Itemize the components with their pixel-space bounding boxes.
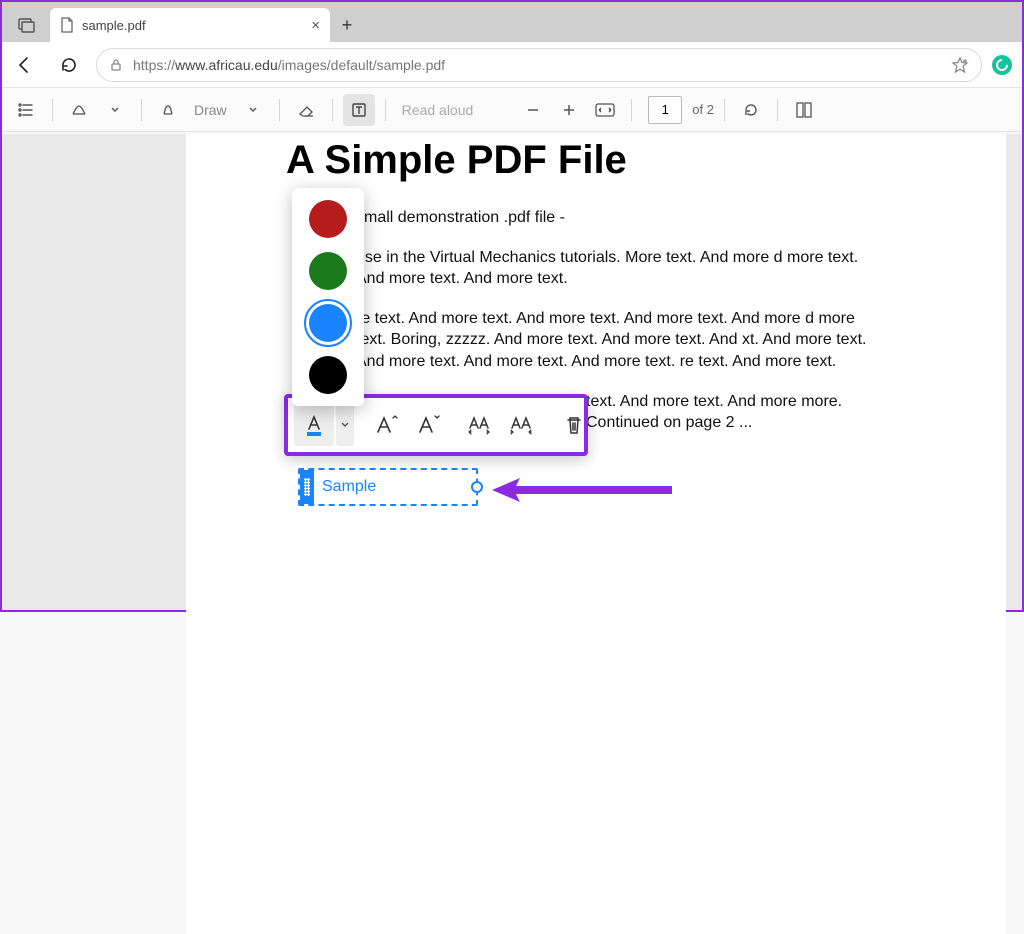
url-text: https://www.africau.edu/images/default/s…	[133, 57, 941, 73]
pen-button[interactable]	[152, 94, 184, 126]
page-view-button[interactable]	[788, 94, 820, 126]
color-swatch-black[interactable]	[309, 356, 347, 394]
separator	[52, 99, 53, 121]
separator	[724, 99, 725, 121]
text-color-chevron[interactable]	[336, 404, 354, 446]
separator	[385, 99, 386, 121]
window-menu-button[interactable]	[8, 8, 44, 42]
close-tab-icon[interactable]: ×	[311, 17, 320, 34]
lock-icon	[109, 58, 123, 72]
document-title: A Simple PDF File	[286, 138, 966, 183]
paragraph: use in the Virtual Mechanics tutorials. …	[356, 247, 876, 290]
decrease-font-button[interactable]	[408, 404, 448, 446]
separator	[279, 99, 280, 121]
tab-strip: sample.pdf × +	[2, 2, 1022, 42]
separator	[777, 99, 778, 121]
pdf-toolbar: Draw Read aloud of 2	[2, 88, 1022, 132]
rotate-button[interactable]	[735, 94, 767, 126]
highlighter-button[interactable]	[63, 94, 95, 126]
decrease-spacing-button[interactable]	[502, 404, 542, 446]
fit-width-button[interactable]	[589, 94, 621, 126]
eraser-button[interactable]	[290, 94, 322, 126]
separator	[141, 99, 142, 121]
toc-button[interactable]	[10, 94, 42, 126]
highlighter-chevron[interactable]	[99, 94, 131, 126]
color-picker-popup	[292, 188, 364, 406]
page-total-label: of 2	[692, 102, 714, 117]
separator	[631, 99, 632, 121]
back-button[interactable]	[8, 48, 42, 82]
new-tab-button[interactable]: +	[330, 8, 364, 42]
file-icon	[60, 17, 74, 33]
zoom-in-button[interactable]	[553, 94, 585, 126]
resize-handle[interactable]	[471, 481, 483, 493]
color-swatch-blue[interactable]	[309, 304, 347, 342]
address-field[interactable]: https://www.africau.edu/images/default/s…	[96, 48, 982, 82]
favorite-icon[interactable]	[951, 56, 969, 74]
increase-spacing-button[interactable]	[460, 404, 500, 446]
drag-handle[interactable]	[300, 470, 314, 504]
read-aloud-button[interactable]: Read aloud	[396, 102, 480, 118]
document-viewport: A Simple PDF File small demonstration .p…	[2, 134, 1022, 610]
grammarly-icon[interactable]	[992, 55, 1012, 75]
paragraph: small demonstration .pdf file -	[356, 207, 876, 229]
callout-arrow	[492, 478, 672, 496]
refresh-button[interactable]	[52, 48, 86, 82]
draw-chevron[interactable]	[237, 94, 269, 126]
paragraph: re text. And more text. And more text. A…	[356, 308, 876, 373]
annotation-text[interactable]: Sample	[322, 478, 376, 496]
zoom-out-button[interactable]	[517, 94, 549, 126]
address-bar-row: https://www.africau.edu/images/default/s…	[2, 42, 1022, 88]
draw-label[interactable]: Draw	[188, 102, 233, 118]
browser-tab[interactable]: sample.pdf ×	[50, 8, 330, 42]
sidebar-gutter	[2, 134, 186, 610]
text-tool-button[interactable]	[343, 94, 375, 126]
paragraph: text. And more text. And more more. Cont…	[586, 391, 906, 434]
text-color-button[interactable]	[294, 404, 334, 446]
text-annotation-box[interactable]: Sample	[298, 468, 478, 506]
color-swatch-red[interactable]	[309, 200, 347, 238]
separator	[332, 99, 333, 121]
color-swatch-green[interactable]	[309, 252, 347, 290]
increase-font-button[interactable]	[366, 404, 406, 446]
page-number-input[interactable]	[648, 96, 682, 124]
tab-title: sample.pdf	[82, 18, 146, 33]
delete-button[interactable]	[554, 404, 594, 446]
